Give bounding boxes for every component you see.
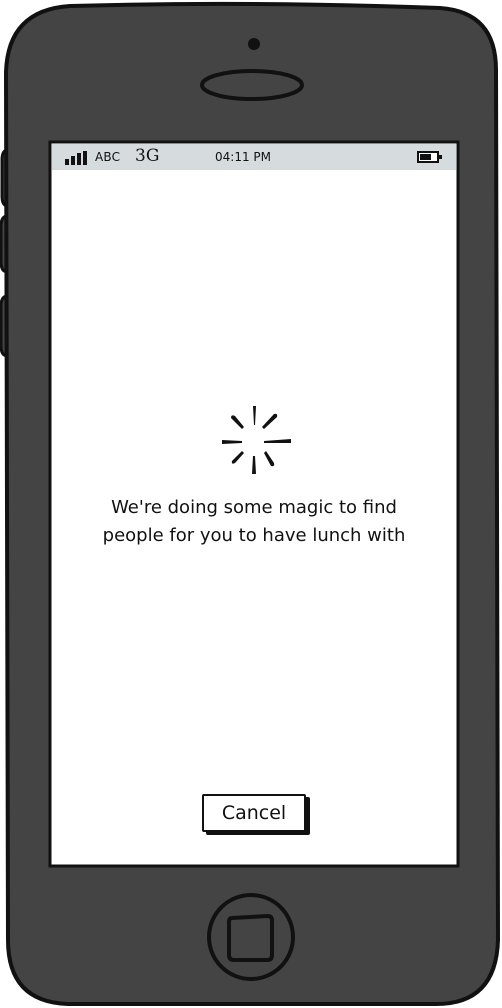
status-bar: ABC 3G 04:11 PM <box>52 144 456 170</box>
carrier-name: ABC <box>95 150 121 164</box>
loading-message: We're doing some magic to find people fo… <box>52 494 456 550</box>
earpiece-speaker <box>200 69 304 101</box>
status-time: 04:11 PM <box>215 150 271 164</box>
phone-screen: ABC 3G 04:11 PM We're doing some magic t… <box>52 144 456 864</box>
front-camera <box>248 38 260 50</box>
battery-icon <box>417 151 442 163</box>
mockup-stage: ABC 3G 04:11 PM We're doing some magic t… <box>0 0 502 1008</box>
network-type: 3G <box>135 146 160 166</box>
cancel-button[interactable]: Cancel <box>202 794 306 832</box>
loading-message-line2: people for you to have lunch with <box>102 525 406 546</box>
home-button[interactable] <box>207 893 295 981</box>
loading-spinner-icon <box>222 406 291 474</box>
signal-bars-icon <box>65 151 87 165</box>
loading-message-line1: We're doing some magic to find <box>111 497 397 518</box>
